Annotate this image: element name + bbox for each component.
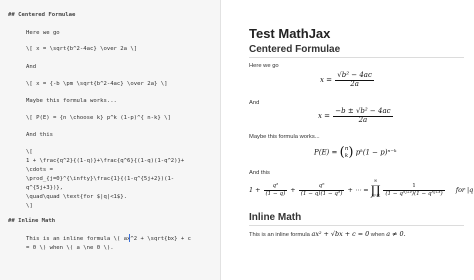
editor-line[interactable]: And: [26, 64, 36, 70]
page-title: Test MathJax: [249, 26, 331, 41]
editor-line[interactable]: \[ x = \sqrt{b^2-4ac} \over 2a \]: [26, 46, 137, 52]
paragraph-and-this: And this: [249, 170, 270, 176]
eq3-rhs: pᵏ(1 − p)ⁿ⁻ᵏ: [355, 148, 397, 157]
editor-line[interactable]: \[ P(E) = {n \choose k} p^k (1-p)^{ n-k}…: [26, 115, 171, 121]
equation-2: x = −b ± √b² − 4ac 2a: [318, 107, 394, 124]
inline-formula-2: a ≠ 0.: [386, 230, 406, 238]
right-paren: ): [348, 145, 354, 160]
eq2-denominator: 2a: [358, 115, 368, 124]
editor-line[interactable]: = 0 \) when \( a \ne 0 \).: [26, 245, 114, 251]
equation-1: x = √b² − 4ac 2a: [320, 71, 375, 88]
editor-line-heading-centered[interactable]: ## Centered Formulae: [8, 12, 75, 18]
eq4-mid: + ⋯ =: [347, 186, 369, 194]
eq1-lhs: x =: [320, 76, 333, 85]
eq4-one: 1 +: [249, 186, 261, 194]
paragraph-here-we-go: Here we go: [249, 63, 279, 69]
inline-formula-1: ax² + √bx + c = 0: [311, 230, 370, 238]
editor-line[interactable]: 1 + \frac{q^2}{(1-q)}+\frac{q^6}{(1-q)(1…: [26, 158, 184, 164]
text-cursor: [129, 234, 130, 242]
editor-line[interactable]: \cdots =: [26, 167, 53, 173]
eq4-term2-num: q⁶: [298, 183, 345, 191]
eq4-product-den: (1 − q⁵ʲ⁺²)(1 − q⁵ʲ⁺³): [385, 190, 443, 197]
eq4-product-term: 1 (1 − q⁵ʲ⁺²)(1 − q⁵ʲ⁺³): [383, 183, 445, 197]
eq1-fraction: √b² − 4ac 2a: [335, 71, 374, 88]
section-heading-inline: Inline Math: [249, 212, 302, 223]
eq4-term1: q² (1 − q): [263, 183, 288, 197]
eq4-condition: for |q| < 1.: [455, 186, 474, 194]
inline-prefix: This is an inline formula: [249, 232, 310, 238]
eq4-term2: q⁶ (1 − q)(1 − q²): [298, 183, 345, 197]
product-operator: ∞ ∏ j=0: [370, 179, 381, 200]
editor-line[interactable]: \[: [26, 149, 33, 155]
editor-line[interactable]: \prod_{j=0}^{\infty}\frac{1}{(1-q^{5j+2}…: [26, 176, 174, 182]
paragraph-maybe: Maybe this formula works...: [249, 134, 320, 140]
editor-line[interactable]: \[ x = {-b \pm \sqrt{b^2-4ac} \over 2a} …: [26, 81, 167, 87]
section-heading-centered: Centered Formulae: [249, 44, 341, 55]
eq4-term1-den: (1 − q): [265, 190, 286, 197]
preview-pane: Test MathJax Centered Formulae Here we g…: [222, 0, 474, 280]
editor-line-text: This is an inline formula \( ax^2 + \sqr…: [26, 236, 192, 242]
eq4-term2-den: (1 − q)(1 − q²): [300, 190, 343, 197]
editor-line[interactable]: This is an inline formula \( ax^2 + \sqr…: [26, 236, 191, 242]
eq2-fraction: −b ± √b² − 4ac 2a: [333, 107, 393, 124]
eq4-term1-num: q²: [263, 183, 288, 191]
inline-when: when: [370, 232, 385, 238]
markdown-editor[interactable]: ## Centered Formulae Here we go \[ x = \…: [0, 0, 221, 280]
editor-line-heading-inline[interactable]: ## Inline Math: [8, 218, 55, 224]
equation-3: P(E) = (n k) pᵏ(1 − p)ⁿ⁻ᵏ: [314, 145, 397, 160]
eq2-lhs: x =: [318, 112, 331, 121]
section-divider: [249, 57, 464, 58]
eq3-lhs: P(E) =: [314, 148, 338, 157]
eq1-denominator: 2a: [350, 79, 359, 88]
paragraph-and: And: [249, 100, 260, 106]
editor-line[interactable]: \]: [26, 203, 33, 209]
equation-4: 1 + q² (1 − q) + q⁶ (1 − q)(1 − q²) + ⋯ …: [249, 179, 474, 200]
section-divider: [249, 225, 464, 226]
inline-math-paragraph: This is an inline formula ax² + √bx + c …: [249, 230, 406, 238]
editor-line[interactable]: Here we go: [26, 30, 60, 36]
editor-line[interactable]: Maybe this formula works...: [26, 98, 117, 104]
editor-line[interactable]: And this: [26, 132, 53, 138]
editor-line[interactable]: q^{5j+3})},: [26, 185, 63, 191]
editor-line[interactable]: \quad\quad \text{for $|q|<1$}.: [26, 194, 127, 200]
